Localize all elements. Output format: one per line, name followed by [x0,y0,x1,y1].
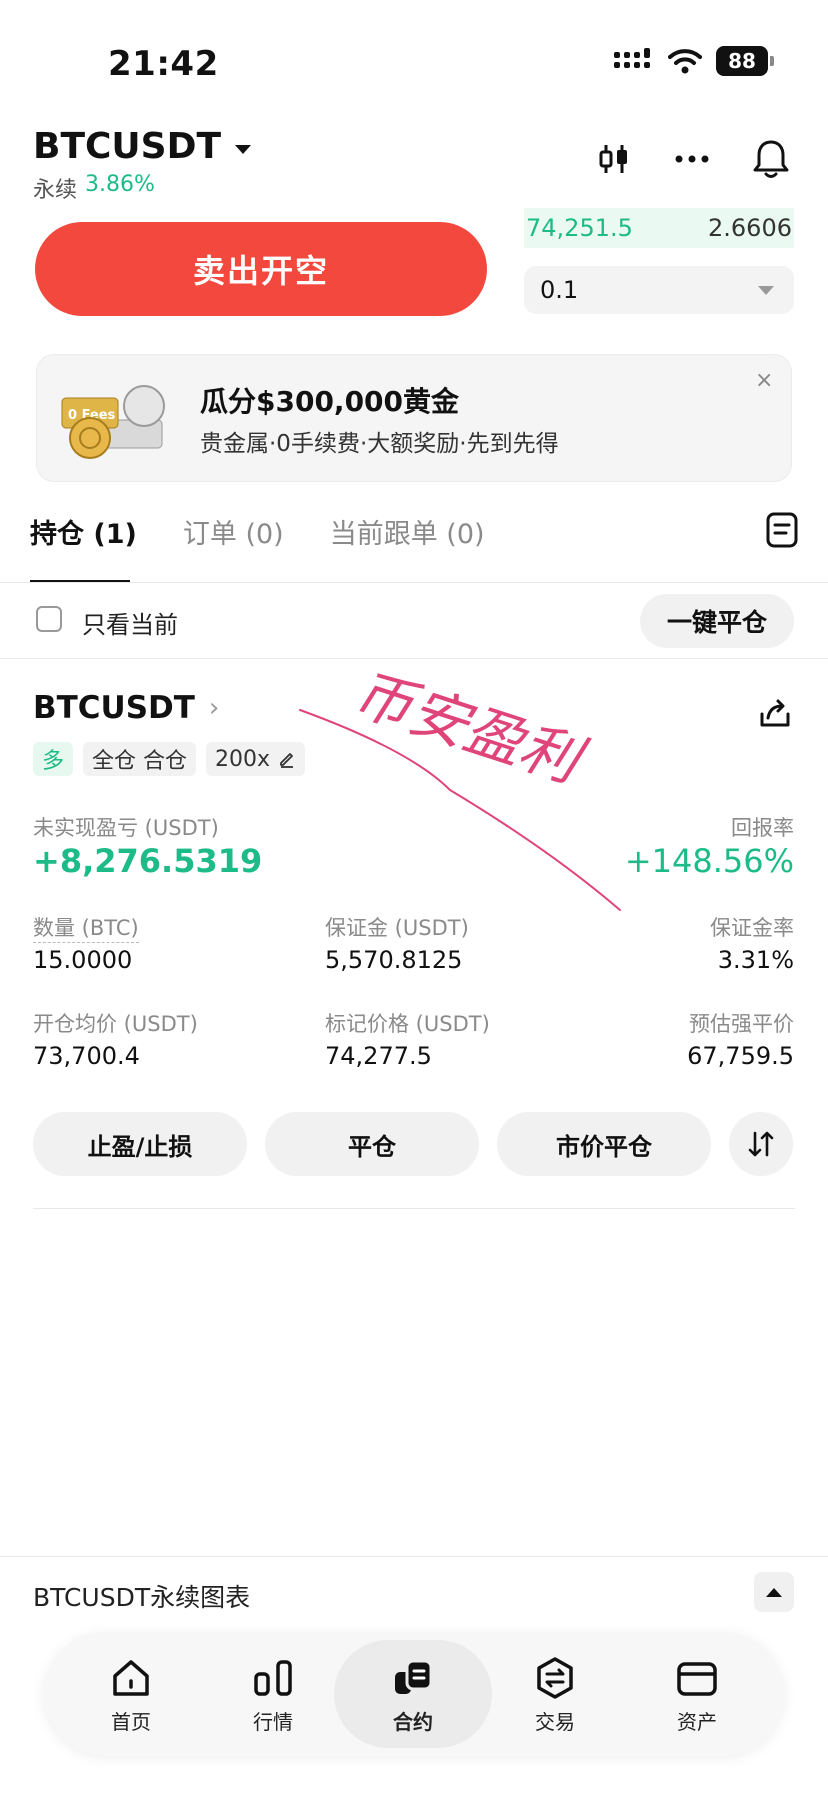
status-time: 21:42 [108,44,219,84]
signal-icon [614,48,650,68]
nav-futures[interactable]: 合约 [363,1656,463,1735]
order-history-icon[interactable] [766,512,798,548]
handwriting-overlay: 币安盈利 [299,659,621,911]
quantity-select[interactable]: 0.1 [524,266,794,314]
dropdown-arrow-icon [758,285,774,295]
close-all-button[interactable]: 一键平仓 [640,594,794,648]
divider [0,582,828,583]
battery-icon: 88 [716,46,774,76]
markets-icon [254,1660,292,1696]
nav-trade-label: 交易 [535,1710,575,1734]
change-percent: 3.86% [85,172,155,197]
position-symbol: BTCUSDT [33,690,195,726]
liq-price-value: 67,759.5 [687,1042,794,1070]
pair-name: BTCUSDT [33,126,222,167]
nav-markets[interactable]: 行情 [223,1656,323,1735]
nav-futures-label: 合约 [393,1710,433,1734]
margin-ratio-label: 保证金率 [710,916,794,940]
nav-assets[interactable]: 资产 [647,1656,747,1735]
mark-price-value: 74,277.5 [325,1042,432,1070]
margin-mode-tag: 全仓 合仓 [83,742,197,776]
tab-copy-trading[interactable]: 当前跟单 (0) [330,512,485,551]
side-tag: 多 [33,742,74,776]
bell-icon[interactable] [752,138,790,180]
leverage-value: 200x [215,746,271,772]
trade-icon [537,1657,573,1699]
swap-arrows-icon [748,1131,774,1157]
candlestick-icon[interactable] [596,141,632,177]
wifi-icon [668,49,702,74]
expand-chart-button[interactable] [754,1572,794,1612]
share-icon[interactable] [758,696,792,730]
more-icon[interactable] [674,154,710,164]
perp-label: 永续 [33,178,78,203]
position-symbol-link[interactable]: BTCUSDT › [33,690,219,726]
nav-assets-label: 资产 [677,1710,717,1734]
only-current-checkbox[interactable] [36,606,62,632]
nav-markets-label: 行情 [253,1710,293,1734]
home-icon [113,1660,149,1696]
nav-trade[interactable]: 交易 [505,1656,605,1735]
tab-orders[interactable]: 订单 (0) [183,512,284,551]
qty-label: 数量 (BTC) [33,912,139,943]
market-close-button[interactable]: 市价平仓 [497,1112,711,1176]
position-tabs: 持仓 (1) 订单 (0) 当前跟单 (0) [30,512,485,551]
reverse-position-button[interactable] [729,1112,793,1176]
nav-home-label: 首页 [111,1710,151,1734]
handwriting-text: 币安盈利 [346,659,594,798]
banner-close-icon[interactable]: × [755,368,773,393]
sell-open-short-button[interactable]: 卖出开空 [35,222,487,316]
only-current-label: 只看当前 [82,611,178,639]
pair-selector[interactable]: BTCUSDT [33,126,252,167]
divider [0,1556,828,1557]
unrealized-pnl-value: +8,276.5319 [33,842,263,880]
tab-positions[interactable]: 持仓 (1) [30,512,137,551]
position-tags: 多 全仓 合仓 200x [33,742,306,776]
nav-home[interactable]: 首页 [81,1656,181,1735]
margin-value: 5,570.8125 [325,946,463,974]
wallet-icon [677,1662,717,1696]
futures-icon [395,1659,433,1694]
caret-down-icon [235,145,252,154]
perp-info: 永续 3.86% [33,172,155,204]
banner-subtitle: 贵金属·0手续费·大额奖励·先到先得 [200,431,559,457]
quantity-value: 0.1 [540,276,579,304]
chart-toggle-label[interactable]: BTCUSDT永续图表 [33,1578,250,1614]
roe-label: 回报率 [731,816,794,840]
margin-ratio-value: 3.31% [717,946,794,974]
unrealized-pnl-label: 未实现盈亏 (USDT) [33,816,219,840]
liq-price-label: 预估强平价 [689,1012,794,1036]
status-icons: 88 [614,46,774,76]
close-position-button[interactable]: 平仓 [265,1112,479,1176]
header-actions [596,138,790,180]
entry-price-value: 73,700.4 [33,1042,140,1070]
banner-title: 瓜分$300,000黄金 [200,385,460,418]
orderbook-row[interactable]: 74,251.5 2.6606 [524,208,794,248]
divider [33,1208,795,1209]
entry-price-label: 开仓均价 (USDT) [33,1012,198,1036]
caret-up-icon [766,1587,782,1597]
chevron-right-icon: › [208,693,220,723]
qty-value: 15.0000 [33,946,133,974]
gold-bars-image: 0 Fees [61,385,165,459]
tp-sl-button[interactable]: 止盈/止损 [33,1112,247,1176]
orderbook-qty: 2.6606 [708,214,792,242]
mark-price-label: 标记价格 (USDT) [325,1012,490,1036]
orderbook-price: 74,251.5 [526,214,633,242]
